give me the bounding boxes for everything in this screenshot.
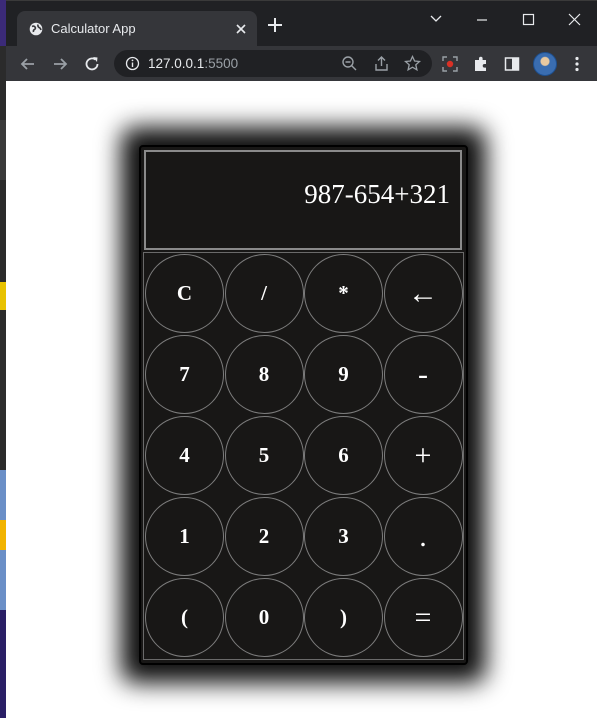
key-equals-button[interactable]: =	[383, 578, 463, 657]
key-digit-9-button[interactable]: 9	[304, 335, 383, 414]
reload-icon[interactable]	[82, 54, 102, 74]
key-digit-2-button[interactable]: 2	[224, 497, 304, 576]
key-open-paren-button[interactable]: (	[145, 578, 224, 657]
globe-icon	[29, 22, 43, 36]
page-viewport: 987-654+321 C / * ← 7 8 9- 4 5 6 +1 2 3. (0) =	[6, 81, 597, 718]
tab-search-chevron-icon[interactable]	[422, 9, 450, 31]
info-icon[interactable]	[125, 56, 140, 71]
key-digit-6-button[interactable]: 6	[304, 416, 383, 495]
key-close-paren-button[interactable]: )	[304, 578, 383, 657]
key-clear-button[interactable]: C	[145, 254, 224, 333]
display-expression: 987-654+321	[304, 179, 450, 209]
key-minus-button[interactable]: -	[383, 335, 463, 414]
forward-arrow-icon[interactable]	[50, 54, 70, 74]
bookmark-star-icon[interactable]	[404, 55, 421, 72]
key-digit-4-button[interactable]: 4	[145, 416, 224, 495]
more-menu-icon[interactable]	[567, 54, 587, 74]
browser-titlebar: Calculator App	[6, 0, 597, 47]
keypad: C / * ← 7 8 9- 4 5 6 +1 2 3. (0) =	[143, 252, 464, 660]
key-digit-3-button[interactable]: 3	[304, 497, 383, 576]
key-digit-1-button[interactable]: 1	[145, 497, 224, 576]
screen-capture-icon[interactable]	[440, 54, 460, 74]
calculator: 987-654+321 C / * ← 7 8 9- 4 5 6 +1 2 3. (0) =	[139, 145, 468, 665]
profile-avatar[interactable]	[533, 52, 557, 76]
side-panel-icon[interactable]	[502, 54, 522, 74]
key-decimal-button[interactable]: .	[383, 497, 463, 576]
share-icon[interactable]	[373, 55, 390, 72]
key-digit-5-button[interactable]: 5	[224, 416, 304, 495]
zoom-out-icon[interactable]	[341, 55, 358, 72]
key-multiply-button[interactable]: *	[304, 254, 383, 333]
maximize-icon[interactable]	[514, 9, 542, 31]
extensions-puzzle-icon[interactable]	[471, 54, 491, 74]
calculator-display: 987-654+321	[144, 150, 462, 250]
tab-title: Calculator App	[51, 21, 136, 36]
key-digit-8-button[interactable]: 8	[224, 335, 304, 414]
minimize-icon[interactable]	[468, 9, 496, 31]
key-digit-0-button[interactable]: 0	[224, 578, 304, 657]
address-bar[interactable]: 127.0.0.1:5500	[114, 50, 432, 77]
browser-toolbar: 127.0.0.1:5500	[6, 46, 597, 81]
back-arrow-icon[interactable]	[18, 54, 38, 74]
key-plus-button[interactable]: +	[383, 416, 463, 495]
url-text: 127.0.0.1:5500	[148, 56, 239, 71]
new-tab-icon[interactable]	[267, 17, 283, 33]
key-divide-button[interactable]: /	[224, 254, 304, 333]
tab-calculator-app[interactable]: Calculator App	[17, 11, 257, 47]
key-digit-7-button[interactable]: 7	[145, 335, 224, 414]
close-window-icon[interactable]	[560, 9, 588, 31]
key-backspace-button[interactable]: ←	[383, 254, 463, 333]
close-tab-icon[interactable]	[231, 19, 251, 39]
